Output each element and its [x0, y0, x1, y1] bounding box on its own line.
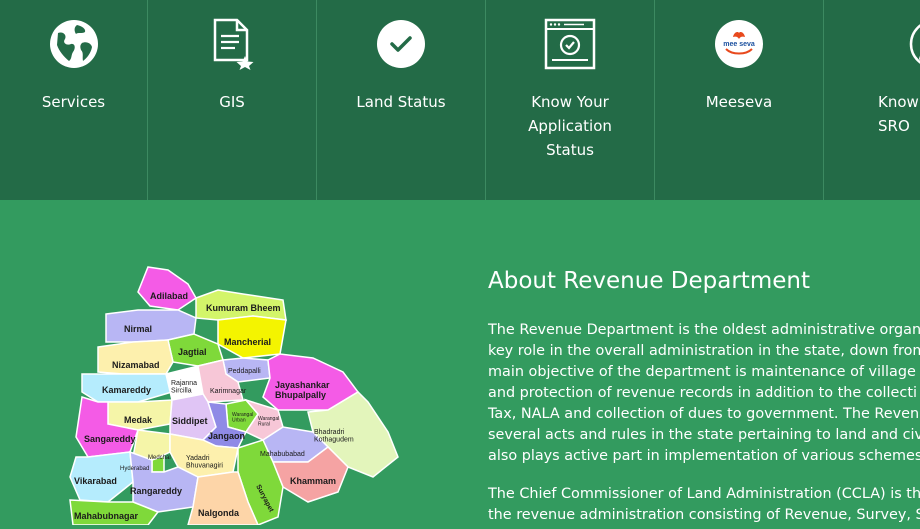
map-label: Vikarabad [74, 476, 117, 486]
nav-label: Know Your Application Status [528, 93, 612, 159]
nav-item-application-status[interactable]: Know Your Application Status [486, 0, 655, 200]
nav-label: Meeseva [705, 93, 773, 111]
map-label: Mahabubnagar [74, 511, 139, 521]
map-label: Kumuram Bheem [206, 303, 281, 313]
meeseva-logo-text: mee seva [723, 41, 755, 48]
map-label: Kamareddy [102, 385, 151, 395]
map-label-line: Yadadri [186, 455, 210, 462]
map-label: Siddipet [172, 416, 208, 426]
map-label: Jangaon [208, 431, 245, 441]
map-label: Jayashankar Bhupalpally [275, 380, 330, 400]
map-label: Nizamabad [112, 360, 160, 370]
about-paragraph-2: The Chief Commissioner of Land Administr… [488, 484, 920, 526]
map-label: Sangareddy [84, 434, 136, 444]
map-label-line: Kothagudem [314, 437, 354, 444]
nav-item-gis[interactable]: GIS [148, 0, 317, 200]
nav-label: Services [41, 93, 106, 111]
map-label-line: Jayashankar [275, 380, 330, 390]
paragraph-line: several acts and rules in the state pert… [488, 427, 920, 443]
map-label-line: Rural [258, 422, 270, 428]
globe-icon [48, 18, 100, 70]
map-label: Peddapalli [228, 368, 261, 375]
document-star-icon [206, 18, 258, 70]
paragraph-line: Tax, NALA and collection of dues to gove… [488, 406, 920, 422]
map-label-line: Bhupalpally [275, 390, 326, 400]
paragraph-line: the revenue administration consisting of… [488, 507, 920, 523]
paragraph-line: key role in the overall administration i… [488, 343, 920, 359]
map-label: Medak [124, 415, 153, 425]
map-label-line: Sircilla [171, 388, 192, 395]
district-adilabad[interactable] [137, 266, 197, 311]
nav-item-services[interactable]: Services [0, 0, 148, 200]
telangana-district-map: Adilabad Kumuram Bheem Nirmal Mancherial… [68, 262, 408, 526]
map-label: Karimnagar [210, 388, 247, 395]
map-label: Rangareddy [130, 486, 182, 496]
paragraph-line: The Revenue Department is the oldest adm… [488, 322, 920, 338]
map-label: Jagtial [178, 347, 207, 357]
map-label-line: Urban [232, 418, 246, 424]
about-paragraph-1: The Revenue Department is the oldest adm… [488, 320, 920, 467]
nav-label: Know Y SRO [878, 93, 919, 135]
meeseva-logo: mee seva [713, 18, 765, 70]
map-label: Khammam [290, 476, 336, 486]
map-label: Mancherial [224, 337, 271, 347]
nav-label: Land Status [356, 93, 446, 111]
map-label: Medchal [148, 455, 171, 461]
browser-check-icon [544, 18, 596, 70]
check-circle-icon [375, 18, 427, 70]
nav-item-know-your-sro[interactable]: Know Y SRO [824, 0, 920, 200]
paragraph-line: The Chief Commissioner of Land Administr… [488, 486, 920, 502]
top-navigation: Services GIS Land Status Know Your Appli… [0, 0, 920, 200]
map-label: Hyderabad [120, 466, 149, 472]
user-circle-icon [908, 18, 920, 70]
paragraph-line: main objective of the department is main… [488, 364, 916, 380]
map-label: Mahabubabad [260, 451, 305, 458]
map-label: Adilabad [150, 291, 188, 301]
paragraph-line: and protection of revenue records in add… [488, 385, 917, 401]
map-label-line: Bhadradri [314, 429, 345, 436]
nav-item-meeseva[interactable]: mee seva Meeseva [655, 0, 824, 200]
map-label-line: Rajanna [171, 380, 197, 387]
nav-label: GIS [219, 93, 245, 111]
map-label: Nalgonda [198, 508, 240, 518]
nav-item-land-status[interactable]: Land Status [317, 0, 486, 200]
map-label: Nirmal [124, 324, 152, 334]
map-label-line: Bhuvanagiri [186, 463, 223, 470]
paragraph-line: also plays active part in implementation… [488, 448, 920, 464]
about-title: About Revenue Department [488, 268, 810, 294]
